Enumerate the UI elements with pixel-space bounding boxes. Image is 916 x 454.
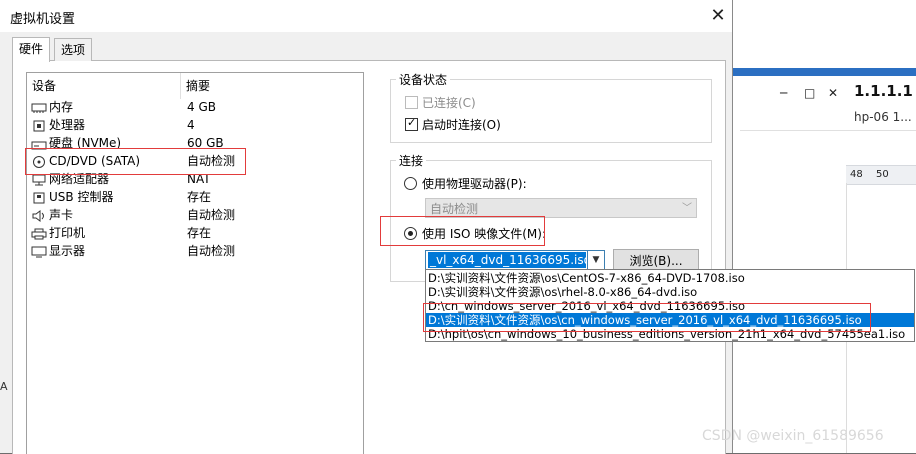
device-summary: 4 [187,118,195,132]
maximize-icon[interactable]: □ [804,86,815,100]
connection-label: 连接 [396,152,427,169]
minimize-icon[interactable]: ─ [780,86,787,100]
background-window-body [732,76,916,453]
background-close-icon[interactable]: ✕ [828,86,838,100]
device-row-hard-disk[interactable]: 硬盘 (NVMe) 60 GB [27,134,357,152]
background-column-header: 48 50 [846,165,916,185]
device-list: 设备 摘要 内存 4 GB 处理器 4 硬盘 (NVMe) 60 GB CD/D… [26,72,364,454]
connect-on-power-checkbox[interactable]: ✓ 启动时连接(O) [405,116,501,133]
iso-option[interactable]: D:\cn_windows_server_2016_vl_x64_dvd_116… [426,299,914,313]
device-row-network-adapter[interactable]: 网络适配器 NAT [27,170,357,188]
iso-option[interactable]: D:\实训资料\文件资源\os\CentOS-7-x86_64-DVD-1708… [426,271,914,285]
speaker-icon [31,209,47,222]
usb-icon [31,191,47,204]
cpu-icon [31,119,47,132]
device-name: 硬盘 (NVMe) [49,136,122,150]
physical-drive-radio[interactable]: 使用物理驱动器(P): [404,175,527,192]
column-header-summary[interactable]: 摘要 [181,73,356,99]
connect-on-power-label: 启动时连接(O) [422,118,501,132]
device-name: 打印机 [49,226,86,240]
device-summary: NAT [187,172,211,186]
physical-drive-select: 自动检测 ﹀ [425,198,697,218]
physical-drive-radio-dot[interactable] [404,177,417,190]
device-status-group [390,79,712,143]
device-summary: 存在 [187,226,212,240]
background-window-title: 1.1.1.1 [854,82,913,100]
background-window-top [732,0,916,68]
device-name: USB 控制器 [49,190,114,204]
background-window: ─ □ ✕ 1.1.1.1 hp-06 1... 48 50 [732,0,916,453]
watermark: CSDN @weixin_61589656 [702,428,884,444]
background-col-48: 48 [850,169,863,180]
connected-checkbox-box[interactable] [405,96,418,109]
device-name: 声卡 [49,208,74,222]
vm-settings-dialog: 虚拟机设置 ✕ 硬件 选项 设备 摘要 内存 4 GB 处理器 4 硬盘 (NV… [0,0,733,454]
device-name: CD/DVD (SATA) [49,154,141,168]
network-adapter-icon [31,173,47,186]
iso-option[interactable]: D:\hpit\os\cn_windows_10_business_editio… [426,327,914,341]
column-header-device[interactable]: 设备 [27,73,181,99]
dialog-close-button[interactable]: ✕ [706,4,730,28]
device-row-printer[interactable]: 打印机 存在 [27,224,357,242]
device-name: 处理器 [49,118,86,132]
physical-drive-value: 自动检测 [430,202,479,216]
device-summary: 4 GB [187,100,216,114]
device-status-label: 设备状态 [396,71,451,88]
device-name: 网络适配器 [49,172,110,186]
background-window-subtitle: hp-06 1... [854,110,912,124]
tab-options[interactable]: 选项 [54,38,93,61]
hard-disk-icon [31,137,47,150]
connect-on-power-checkbox-box[interactable]: ✓ [405,116,418,131]
device-summary: 自动检测 [187,154,236,168]
device-summary: 自动检测 [187,208,236,222]
cd-dvd-icon [31,155,47,168]
iso-image-label: 使用 ISO 映像文件(M): [422,227,546,241]
printer-icon [31,227,47,240]
dialog-titlebar: 虚拟机设置 ✕ [0,0,732,32]
iso-option[interactable]: D:\实训资料\文件资源\os\rhel-8.0-x86_64-dvd.iso [426,285,914,299]
device-row-processor[interactable]: 处理器 4 [27,116,357,134]
chevron-down-icon: ﹀ [682,203,692,214]
connected-checkbox-label: 已连接(C) [422,96,476,110]
device-summary: 自动检测 [187,244,236,258]
memory-icon [31,101,47,113]
background-window-accent [732,68,916,76]
chevron-down-icon[interactable]: ▼ [587,251,604,269]
device-row-usb[interactable]: USB 控制器 存在 [27,188,357,206]
device-row-memory[interactable]: 内存 4 GB [27,98,357,116]
device-name: 内存 [49,100,74,114]
device-row-cd-dvd[interactable]: CD/DVD (SATA) 自动检测 [27,152,357,170]
background-divider [740,130,916,131]
device-summary: 60 GB [187,136,224,150]
iso-image-radio[interactable]: 使用 ISO 映像文件(M): [404,225,546,242]
background-col-50: 50 [876,169,889,180]
edge-text: A [0,380,8,393]
device-row-sound-card[interactable]: 声卡 自动检测 [27,206,357,224]
checkmark-icon: ✓ [407,116,417,129]
device-row-display[interactable]: 显示器 自动检测 [27,242,357,260]
monitor-icon [31,245,47,258]
dialog-title: 虚拟机设置 [10,12,76,27]
tab-hardware[interactable]: 硬件 [12,37,51,62]
iso-path-combobox[interactable]: _vl_x64_dvd_11636695.iso ▼ [425,250,605,270]
device-name: 显示器 [49,244,86,258]
radio-selected-indicator [408,231,413,236]
iso-image-radio-dot[interactable] [404,227,417,240]
physical-drive-label: 使用物理驱动器(P): [422,177,527,191]
device-summary: 存在 [187,190,212,204]
connected-checkbox[interactable]: 已连接(C) [405,94,476,111]
iso-history-dropdown: D:\实训资料\文件资源\os\CentOS-7-x86_64-DVD-1708… [425,269,915,342]
iso-option-selected[interactable]: D:\实训资料\文件资源\os\cn_windows_server_2016_v… [426,313,914,327]
iso-path-value[interactable]: _vl_x64_dvd_11636695.iso [428,252,586,268]
